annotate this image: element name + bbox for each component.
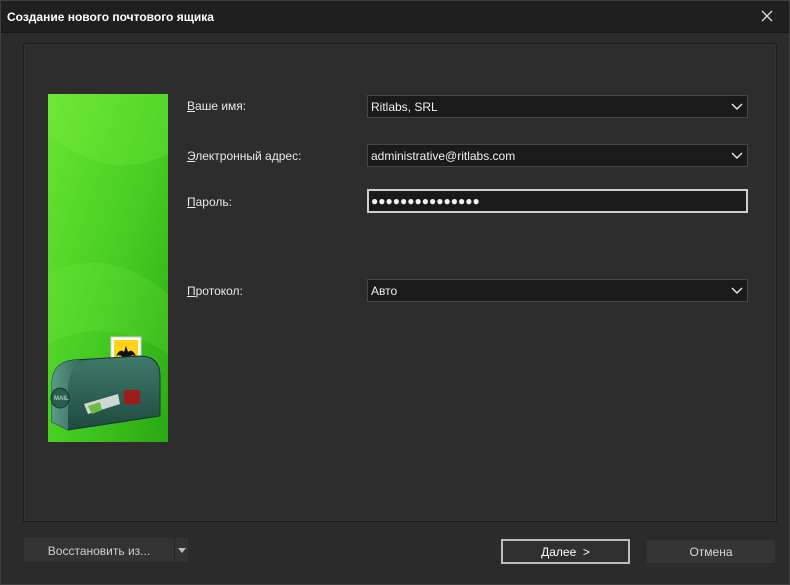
- chevron-down-icon[interactable]: [727, 96, 747, 117]
- protocol-combobox[interactable]: Авто: [367, 279, 748, 302]
- restore-button[interactable]: Восстановить из...: [24, 544, 174, 558]
- protocol-label: Протокол:: [187, 284, 243, 298]
- email-label: Электронный адрес:: [187, 149, 302, 163]
- password-field[interactable]: ●●●●●●●●●●●●●●●: [367, 189, 748, 213]
- dialog-window: Создание нового почтового ящика MAIL Ваш…: [0, 0, 790, 585]
- chevron-down-icon[interactable]: [727, 145, 747, 166]
- name-combobox[interactable]: Ritlabs, SRL: [367, 95, 748, 118]
- window-title: Создание нового почтового ящика: [7, 10, 214, 24]
- svg-text:MAIL: MAIL: [54, 396, 69, 402]
- cancel-button[interactable]: Отмена: [646, 539, 776, 564]
- chevron-down-icon[interactable]: [727, 280, 747, 301]
- restore-split-button: Восстановить из...: [23, 537, 189, 563]
- next-button[interactable]: Далее >: [501, 539, 630, 564]
- name-label: Ваше имя:: [187, 99, 247, 113]
- email-value: administrative@ritlabs.com: [371, 149, 516, 163]
- protocol-value: Авто: [371, 284, 398, 298]
- title-bar[interactable]: Создание нового почтового ящика: [1, 1, 789, 33]
- close-icon: [761, 10, 773, 25]
- password-label: Пароль:: [187, 195, 232, 209]
- close-button[interactable]: [745, 1, 789, 33]
- next-button-label: Далее >: [541, 545, 590, 559]
- password-value: ●●●●●●●●●●●●●●●: [371, 194, 480, 208]
- name-value: Ritlabs, SRL: [371, 100, 438, 114]
- dropdown-arrow-icon[interactable]: [175, 538, 189, 562]
- mailbox-banner-image: MAIL: [48, 94, 168, 442]
- cancel-button-label: Отмена: [689, 545, 733, 559]
- email-combobox[interactable]: administrative@ritlabs.com: [367, 144, 748, 167]
